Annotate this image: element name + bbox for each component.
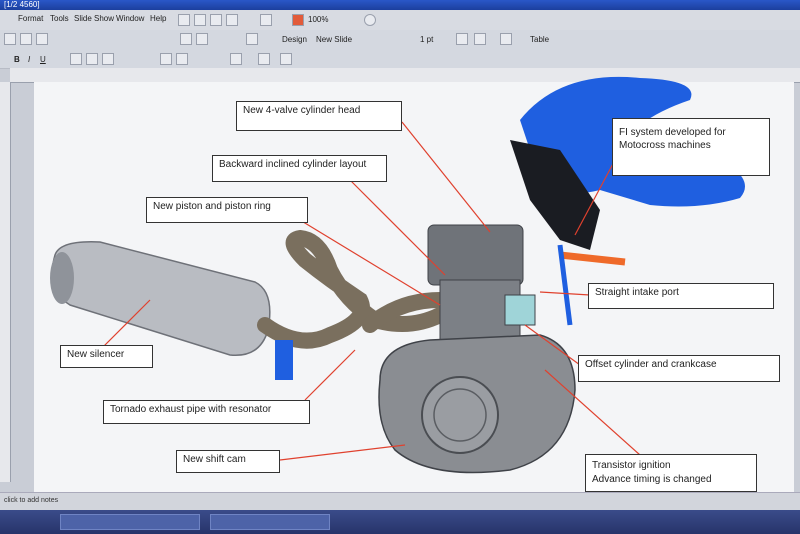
callout-exhaust[interactable]: Tornado exhaust pipe with resonator (103, 400, 310, 424)
silencer-shape (51, 241, 271, 357)
taskbar-item-2[interactable] (210, 514, 330, 530)
cylinder-head-shape (427, 224, 524, 286)
status-bar: click to add notes (0, 492, 800, 511)
ignition-line-1: Transistor ignition (592, 460, 671, 471)
callout-offset[interactable]: Offset cylinder and crankcase (578, 355, 780, 382)
callout-cylinder-head[interactable]: New 4-valve cylinder head (236, 101, 402, 131)
callout-piston[interactable]: New piston and piston ring (146, 197, 308, 223)
callout-backward-cylinder[interactable]: Backward inclined cylinder layout (212, 155, 387, 182)
exhaust-bracket-blue (275, 340, 293, 380)
callout-ignition[interactable]: Transistor ignition Advance timing is ch… (585, 454, 757, 492)
taskbar-item-1[interactable] (60, 514, 200, 530)
callout-shift-cam[interactable]: New shift cam (176, 450, 280, 473)
ignition-line-2: Advance timing is changed (592, 474, 712, 485)
intake-port-shape (504, 294, 536, 326)
silencer-end-cap (50, 252, 74, 304)
callout-intake[interactable]: Straight intake port (588, 283, 774, 309)
screen: [1/2 4560] Format Tools Slide Show Windo… (0, 0, 800, 534)
callout-silencer[interactable]: New silencer (60, 345, 153, 368)
fi-injector-shape (559, 251, 626, 266)
callout-fi-system[interactable]: FI system developed for Motocross machin… (612, 118, 770, 176)
notes-hint[interactable]: click to add notes (4, 497, 58, 504)
taskbar (0, 510, 800, 534)
